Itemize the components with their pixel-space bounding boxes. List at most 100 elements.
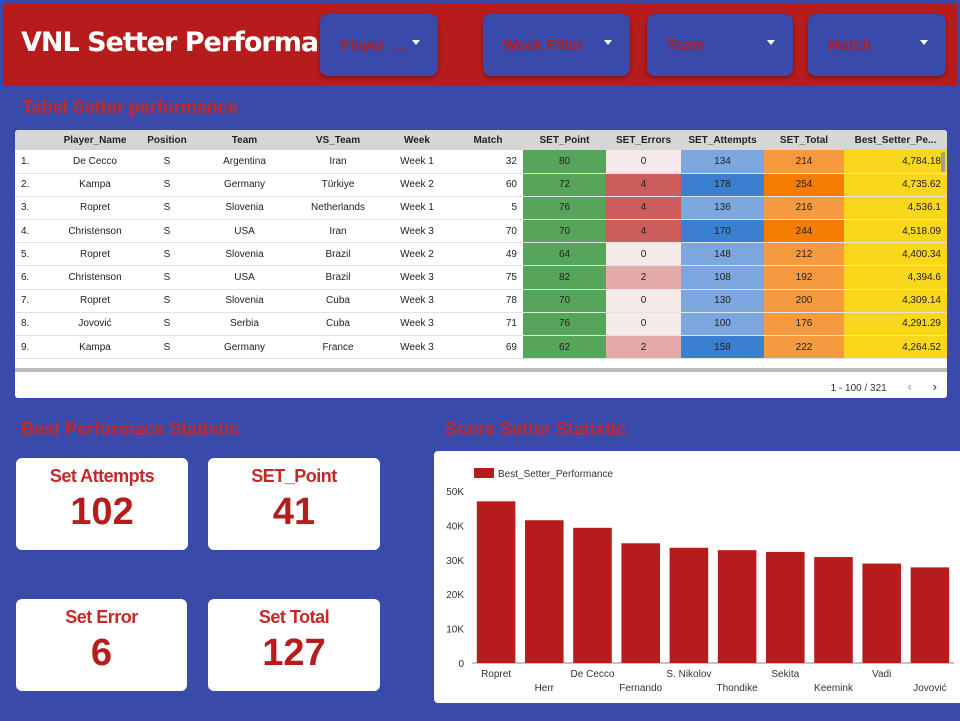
vertical-scrollbar[interactable]	[941, 152, 945, 172]
table-cell: Slovenia	[194, 289, 295, 313]
player-filter[interactable]: Player_...	[320, 14, 438, 76]
table-cell: 76	[523, 312, 606, 337]
set-point-value: 41	[272, 491, 316, 533]
table-cell: 170	[681, 219, 764, 244]
table-cell: 4	[606, 219, 681, 244]
table-cell: France	[295, 335, 381, 360]
player-filter-label: Player_...	[340, 37, 406, 54]
table-cell: USA	[194, 265, 295, 290]
table-row[interactable]: 8. Jovović S Serbia Cuba Week 3 71 76 0 100 176 4,2…	[15, 312, 947, 337]
table-cell: 214	[764, 150, 844, 174]
chevron-left-icon[interactable]: ‹	[908, 379, 912, 394]
match-filter[interactable]: Match	[808, 14, 946, 76]
bar	[525, 520, 564, 663]
column-header[interactable]: SET_Point	[523, 130, 606, 150]
table-row[interactable]: 2. Kampa S Germany Türkiye Week 2 60 72 4 178 254 4…	[15, 173, 947, 197]
week-filter[interactable]: Week Filter	[483, 14, 630, 76]
table-cell: 2.	[15, 173, 50, 197]
column-header[interactable]: VS_Team	[295, 130, 381, 150]
table-cell: 4.	[15, 219, 50, 244]
match-filter-label: Match	[828, 37, 872, 54]
horizontal-scrollbar[interactable]	[15, 368, 947, 372]
y-tick-label: 0	[458, 659, 464, 670]
table-cell: Kampa	[50, 173, 140, 197]
table-cell: 254	[764, 173, 844, 197]
table-row[interactable]: 1. De Cecco S Argentina Iran Week 1 32 80 0 134 21…	[15, 150, 947, 174]
column-header[interactable]	[15, 130, 50, 150]
chevron-right-icon[interactable]: ›	[933, 379, 937, 394]
table-row[interactable]: 4. Christenson S USA Iran Week 3 70 70 4 170 244 4,…	[15, 219, 947, 244]
table-cell: 192	[764, 265, 844, 290]
y-tick-label: 50K	[446, 487, 464, 498]
chart-title: Score Setter Statistic	[445, 419, 627, 439]
table-cell: 60	[453, 173, 523, 197]
table-cell: 32	[453, 150, 523, 174]
table-cell: Ropret	[50, 196, 140, 221]
chevron-down-icon	[412, 40, 420, 45]
column-header[interactable]: SET_Errors	[606, 130, 681, 150]
table-cell: 244	[764, 219, 844, 244]
week-filter-label: Week Filter	[503, 37, 583, 54]
x-tick-label: De Cecco	[571, 669, 615, 680]
x-tick-label: Vadi	[872, 669, 891, 680]
table-cell: 2	[606, 335, 681, 360]
table-cell: 108	[681, 265, 764, 290]
table-cell: 130	[681, 289, 764, 313]
x-tick-label: Herr	[535, 683, 555, 694]
table-cell: 158	[681, 335, 764, 360]
table-cell: S	[140, 196, 194, 221]
table-cell: 216	[764, 196, 844, 221]
bar-chart: Best_Setter_Performance 0 10K 20K 30K 40K 50K R…	[446, 468, 954, 694]
set-attempts-label: Set Attempts	[49, 466, 155, 486]
column-header[interactable]: Player_Name	[50, 130, 140, 150]
bar	[862, 563, 901, 663]
column-header[interactable]: SET_Attempts	[681, 130, 764, 150]
column-header[interactable]: Match	[453, 130, 523, 150]
table-cell: S	[140, 265, 194, 290]
table-cell: 70	[523, 289, 606, 313]
team-filter[interactable]: Team	[647, 14, 793, 76]
table-cell: Ropret	[50, 242, 140, 267]
pagination: 1 - 100 / 321 ‹ ›	[831, 379, 937, 394]
table-row[interactable]: 5. Ropret S Slovenia Brazil Week 2 49 64 0 148 212…	[15, 242, 947, 267]
table-cell: 0	[606, 312, 681, 337]
table-cell: Week 2	[381, 242, 453, 267]
table-cell: 4,518.09	[844, 219, 947, 244]
table-body: 1. De Cecco S Argentina Iran Week 1 32 80 0 134 21…	[15, 150, 947, 360]
table-row[interactable]: 6. Christenson S USA Brazil Week 3 75 82 2 108 192…	[15, 265, 947, 290]
table-cell: 0	[606, 289, 681, 313]
table-cell: USA	[194, 219, 295, 244]
table-header: Player_Name Position Team VS_Team Week Match S…	[15, 130, 947, 150]
bar	[669, 547, 709, 663]
table-cell: 8.	[15, 312, 50, 337]
table-cell: 2	[606, 265, 681, 290]
table-cell: 7.	[15, 289, 50, 313]
bar	[717, 550, 757, 663]
y-tick-label: 20K	[446, 590, 464, 601]
chevron-down-icon	[920, 40, 928, 45]
table-cell: Jovović	[50, 312, 140, 337]
table-cell: 71	[453, 312, 523, 337]
table-cell: 78	[453, 289, 523, 313]
column-header[interactable]: Best_Setter_Pe...	[844, 130, 947, 150]
set-error-value: 6	[90, 632, 113, 674]
table-cell: 212	[764, 242, 844, 267]
table-cell: S	[140, 242, 194, 267]
x-tick-label: Keemink	[814, 683, 854, 694]
column-header[interactable]: Team	[194, 130, 295, 150]
column-header[interactable]: SET_Total	[764, 130, 844, 150]
table-cell: Slovenia	[194, 242, 295, 267]
table-row[interactable]: 3. Ropret S Slovenia Netherlands Week 1 5 76 4 13…	[15, 196, 947, 221]
table-cell: S	[140, 335, 194, 360]
table-cell: 4	[606, 196, 681, 221]
table-row[interactable]: 7. Ropret S Slovenia Cuba Week 3 78 70 0 130 200 4,…	[15, 289, 947, 313]
x-tick-label: S. Nikolov	[666, 669, 711, 680]
table-cell: 82	[523, 265, 606, 290]
table-cell: Brazil	[295, 265, 381, 290]
table-row[interactable]: 9. Kampa S Germany France Week 3 69 62 2 158 222 4,…	[15, 335, 947, 360]
column-header[interactable]: Position	[140, 130, 194, 150]
table-cell: S	[140, 150, 194, 174]
table-cell: 4,264.52	[844, 335, 947, 360]
set-point-card: SET_Point 41	[208, 458, 380, 550]
column-header[interactable]: Week	[381, 130, 453, 150]
